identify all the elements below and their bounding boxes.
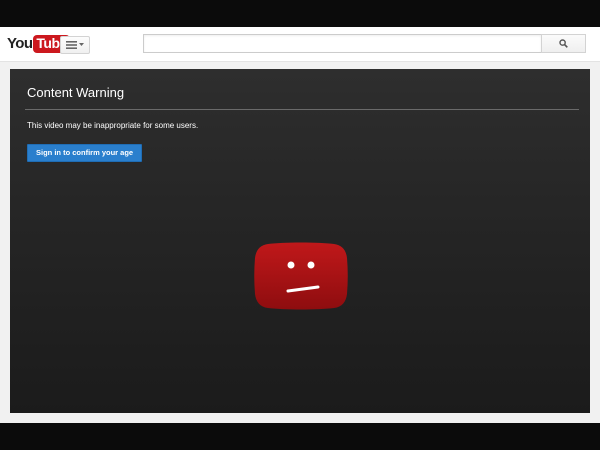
search-icon xyxy=(559,39,568,48)
browser-viewport: You Tube Content Warning This video may … xyxy=(0,27,600,423)
search-input[interactable] xyxy=(143,34,542,53)
search-button[interactable] xyxy=(541,34,586,53)
video-player: Content Warning This video may be inappr… xyxy=(10,69,590,413)
guide-menu-button[interactable] xyxy=(60,36,90,54)
logo-text-you: You xyxy=(7,35,33,52)
sign-in-confirm-age-button[interactable]: Sign in to confirm your age xyxy=(27,144,143,162)
divider xyxy=(25,109,579,110)
sad-tv-icon xyxy=(254,242,348,310)
content-warning-title: Content Warning xyxy=(27,85,125,100)
warning-message: This video may be inappropriate for some… xyxy=(27,121,199,130)
masthead: You Tube xyxy=(0,27,600,62)
chevron-down-icon xyxy=(79,43,84,46)
menu-list-icon xyxy=(66,41,77,49)
